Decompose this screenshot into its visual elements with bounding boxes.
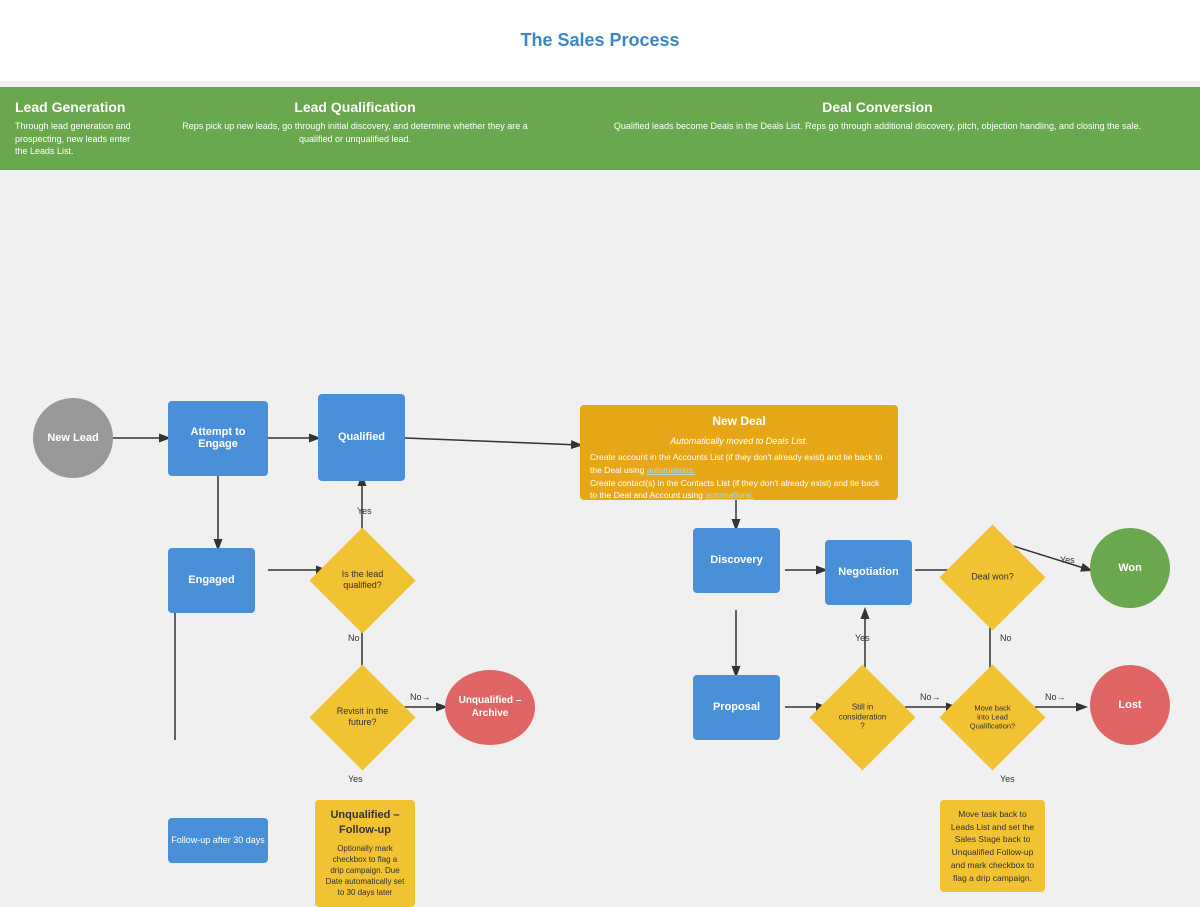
deal-won-diamond: Deal won? (955, 540, 1030, 615)
unqualified-archive-node: Unqualified – Archive (445, 670, 535, 745)
no-label-move-back: No (1000, 633, 1012, 643)
no-label-still: No→ (920, 692, 941, 702)
phases-row: Lead Generation Through lead generation … (0, 87, 1200, 170)
still-consideration-diamond: Still inconsideration? (825, 680, 900, 755)
no-label-archive: No→ (410, 692, 431, 702)
engaged-node: Engaged (168, 548, 255, 613)
phase-lead-qual: Lead Qualification Reps pick up new lead… (155, 87, 555, 170)
page-title: The Sales Process (460, 20, 739, 61)
followup-30-node: Follow-up after 30 days (168, 818, 268, 863)
phase-deal-conv: Deal Conversion Qualified leads become D… (555, 87, 1200, 170)
move-back-diamond: Move backinto LeadQualification? (955, 680, 1030, 755)
new-deal-node: New Deal Automatically moved to Deals Li… (580, 405, 898, 500)
yes-label-still: Yes (855, 633, 870, 643)
automations-link-2[interactable]: automations. (705, 490, 754, 500)
revisit-future-diamond: Revisit in thefuture? (325, 680, 400, 755)
won-node: Won (1090, 528, 1170, 608)
no-label-revisit: No (348, 633, 360, 643)
no-label-lost: No→ (1045, 692, 1066, 702)
lead-qualified-diamond: Is the leadqualified? (325, 543, 400, 618)
negotiation-node: Negotiation (825, 540, 912, 605)
proposal-node: Proposal (693, 675, 780, 740)
lost-action-node: Move task back to Leads List and set the… (940, 800, 1045, 893)
attempt-engage-node: Attempt to Engage (168, 401, 268, 476)
yes-label-followup: Yes (348, 774, 363, 784)
new-lead-node: New Lead (33, 398, 113, 478)
phase-lead-gen: Lead Generation Through lead generation … (0, 87, 155, 170)
yes-label-won: Yes (1060, 555, 1075, 565)
qualified-node: Qualified (318, 394, 405, 481)
yes-label-qualified: Yes (357, 506, 372, 516)
automations-link-1[interactable]: automations. (647, 465, 696, 475)
unqualified-followup-node: Unqualified – Follow-up Optionally mark … (315, 800, 415, 907)
flowchart: Yes No No→ Yes Yes No Yes No→ No→ Yes Ne… (0, 180, 1200, 740)
discovery-node: Discovery (693, 528, 780, 593)
yes-label-lost-action: Yes (1000, 774, 1015, 784)
lost-node: Lost (1090, 665, 1170, 745)
